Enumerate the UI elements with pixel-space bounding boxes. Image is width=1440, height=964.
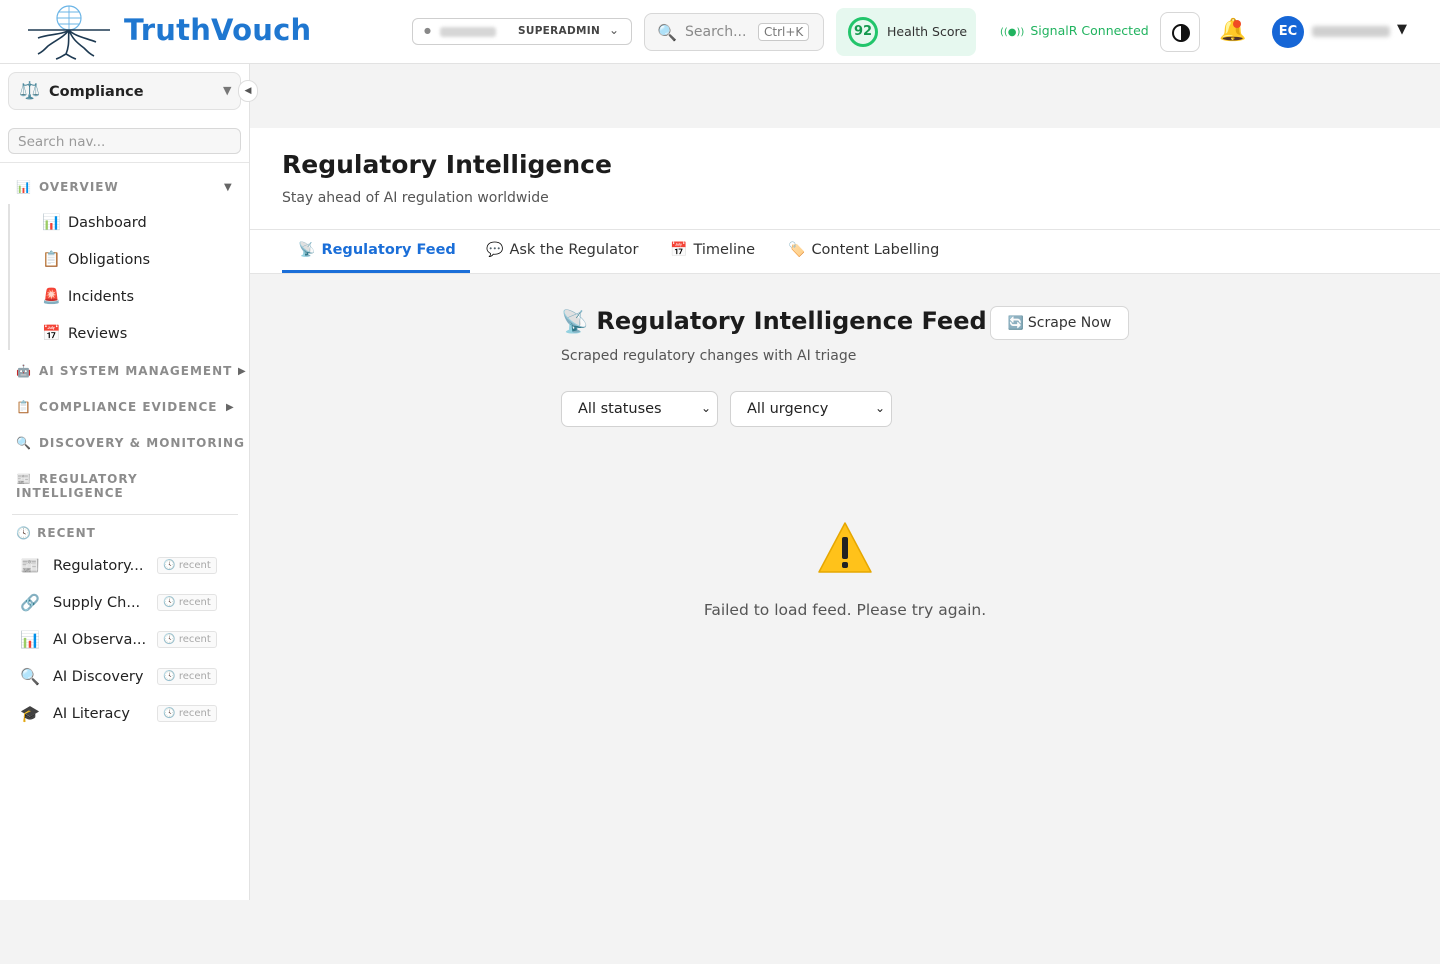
recent-badge: 🕓 recent [157,631,217,648]
magnifier-icon: 🔍 [20,667,40,686]
sidebar-item-obligations[interactable]: 📋 Obligations [42,250,150,268]
section-overview[interactable]: 📊 OVERVIEW ▼ [16,180,232,194]
clipboard-icon: 📋 [16,400,31,414]
sidebar-item-dashboard[interactable]: 📊 Dashboard [42,213,147,231]
sidebar-divider [0,162,249,163]
nav-search-placeholder: Search nav... [18,134,106,150]
context-switcher[interactable]: ⚖️ Compliance ▼ [8,72,241,110]
recent-item-supply-chain[interactable]: 🔗 Supply Ch... 🕓 recent [20,591,240,615]
recent-badge: 🕓 recent [157,594,217,611]
bar-chart-icon: 📊 [20,630,40,649]
recent-badge: 🕓 recent [157,705,217,722]
recent-divider [12,514,238,515]
nav-search-input[interactable]: Search nav... [8,128,241,154]
chevron-down-icon: ▼ [224,182,232,193]
error-state: Failed to load feed. Please try again. [250,0,1440,964]
scales-icon: ⚖️ [19,81,41,101]
magnifier-icon: 🔍 [16,436,31,450]
newspaper-icon: 📰 [16,472,31,486]
chevron-down-icon: ▼ [223,84,232,97]
recent-item-regulatory[interactable]: 📰 Regulatory... 🕓 recent [20,554,240,578]
clock-icon: 🕓 [16,526,38,540]
chevron-right-icon: ▶ [226,402,234,413]
recent-item-ai-literacy[interactable]: 🎓 AI Literacy 🕓 recent [20,702,240,726]
recent-item-ai-observability[interactable]: 📊 AI Observa... 🕓 recent [20,628,240,652]
sidebar-item-incidents[interactable]: 🚨 Incidents [42,287,134,305]
sidebar: ⚖️ Compliance ▼ ◀ Search nav... 📊 OVERVIE… [0,64,258,900]
robot-icon: 🤖 [16,364,31,378]
bar-chart-icon: 📊 [42,213,61,231]
newspaper-icon: 📰 [20,556,40,575]
sidebar-item-reviews[interactable]: 📅 Reviews [42,324,127,342]
clipboard-icon: 📋 [42,250,61,268]
section-discovery-monitoring[interactable]: 🔍 DISCOVERY & MONITORING [16,436,245,450]
chevron-right-icon: ▶ [238,366,246,377]
recent-item-ai-discovery[interactable]: 🔍 AI Discovery 🕓 recent [20,665,240,689]
section-compliance-evidence[interactable]: 📋 COMPLIANCE EVIDENCE ▶ [16,400,234,414]
section-ai-system-management[interactable]: 🤖 AI SYSTEM MANAGEMENT ▶ [16,364,246,378]
recent-badge: 🕓 recent [157,668,217,685]
section-regulatory-intelligence[interactable]: 📰 REGULATORY INTELLIGENCE [16,472,249,500]
siren-icon: 🚨 [42,287,61,305]
context-label: Compliance [49,84,144,100]
error-message: Failed to load feed. Please try again. [703,601,987,619]
calendar-icon: 📅 [42,324,61,342]
bar-chart-icon: 📊 [16,180,31,194]
recent-badge: 🕓 recent [157,557,217,574]
truthvouch-logo-icon[interactable] [26,4,112,60]
link-icon: 🔗 [20,593,40,612]
overview-indent-line [8,204,10,350]
recent-heading: 🕓 RECENT [16,526,96,540]
graduation-cap-icon: 🎓 [20,704,40,723]
